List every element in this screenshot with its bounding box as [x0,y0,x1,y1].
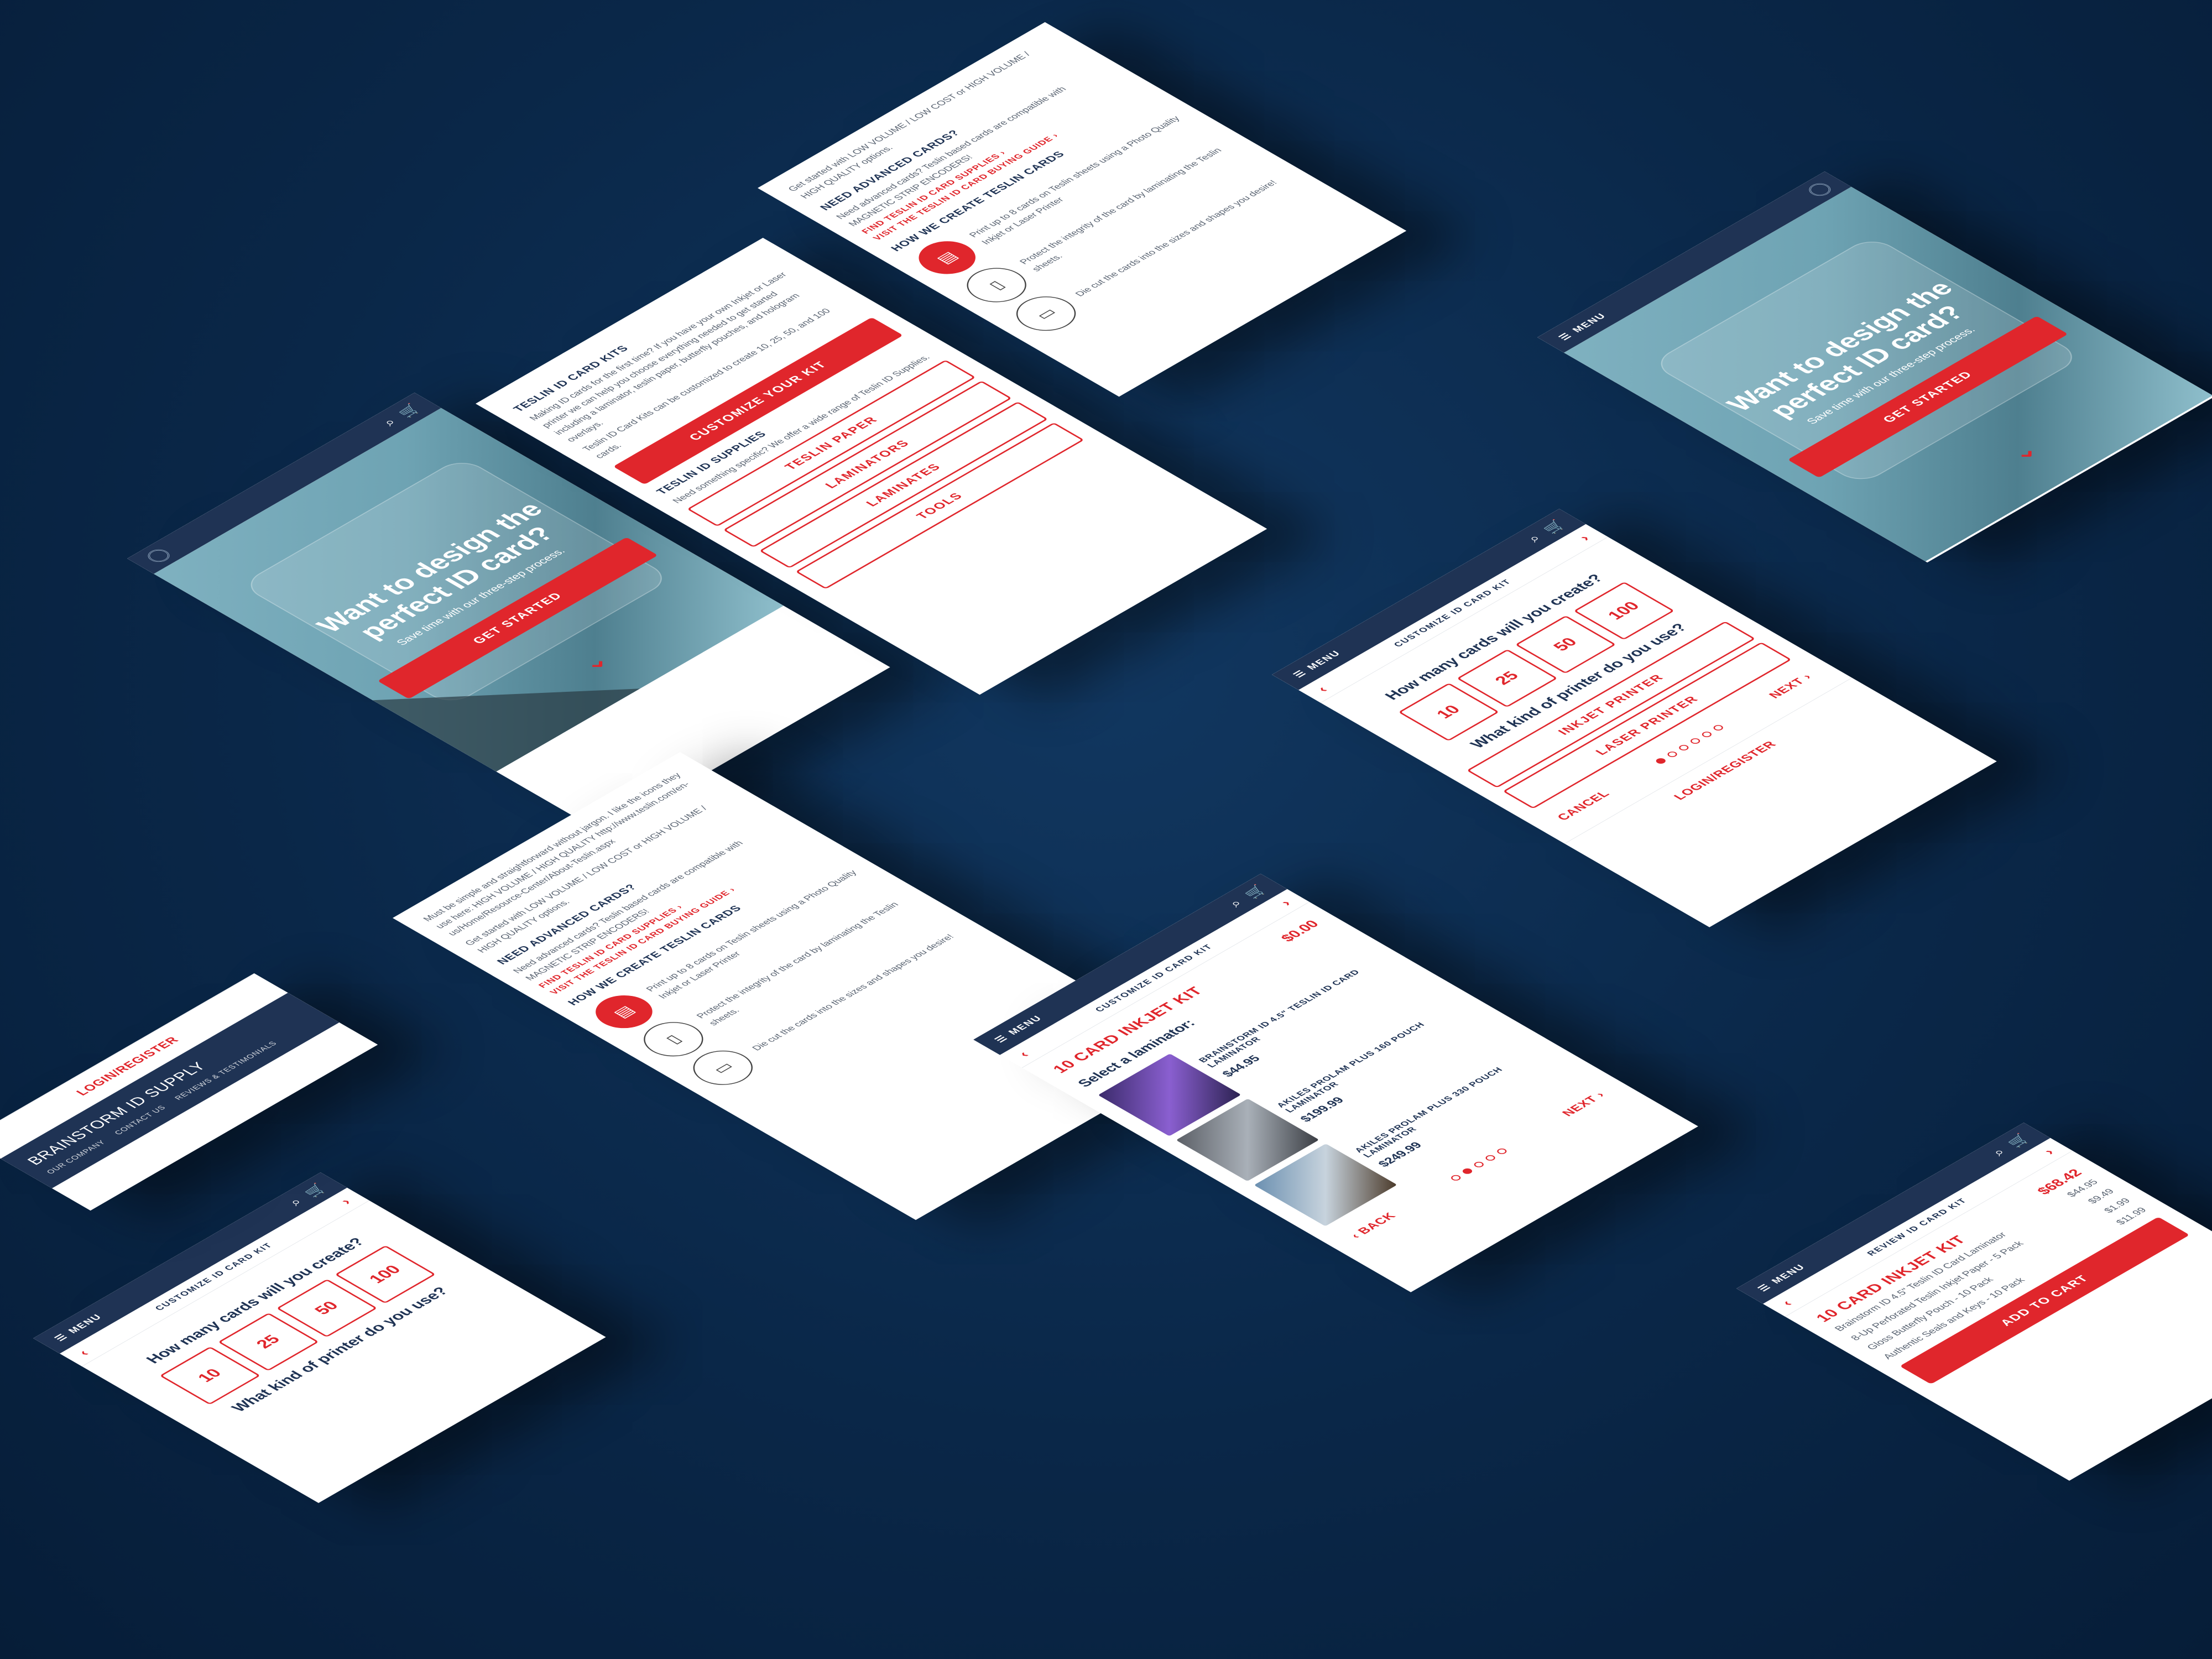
cart-icon[interactable]: 🛒 [394,402,425,420]
progress-dot [1711,724,1725,732]
back-chevron-icon[interactable]: ‹ [1313,684,1332,695]
menu-icon[interactable]: ☰ [992,1034,1011,1044]
cart-icon[interactable]: 🛒 [1240,883,1271,901]
next-button[interactable]: NEXT › [1766,672,1815,701]
menu-icon[interactable]: ☰ [1755,1282,1774,1293]
search-icon[interactable]: ⌕ [379,416,401,429]
search-icon[interactable]: ⌕ [1524,532,1546,545]
progress-dot [1688,737,1702,745]
forward-chevron-icon[interactable]: › [1276,898,1295,909]
progress-dot [1665,750,1679,759]
menu-icon[interactable]: ☰ [1556,331,1575,342]
fingerprint-logo-icon [143,546,174,565]
progress-dot [1495,1147,1509,1155]
menu-icon[interactable]: ☰ [52,1332,71,1343]
progress-dots [1449,1147,1509,1182]
forward-chevron-icon[interactable]: › [1575,533,1594,544]
progress-dot [1677,744,1691,752]
progress-dot [1700,731,1714,739]
cart-icon[interactable]: 🛒 [1539,518,1570,536]
back-chevron-icon[interactable]: ‹ [1014,1048,1033,1060]
progress-dot [1653,757,1668,765]
search-icon[interactable]: ⌕ [1225,897,1247,910]
progress-dot [1472,1160,1486,1168]
search-icon[interactable]: ⌕ [285,1196,307,1208]
menu-icon[interactable]: ☰ [1291,669,1310,679]
fingerprint-logo-icon [1804,180,1835,199]
cart-icon[interactable]: 🛒 [2004,1132,2034,1150]
cancel-button[interactable]: CANCEL [1554,789,1613,823]
forward-chevron-icon[interactable]: › [2039,1146,2058,1157]
back-button[interactable]: ‹ BACK [1347,1211,1399,1240]
search-icon[interactable]: ⌕ [1988,1146,2010,1159]
progress-dot [1449,1173,1463,1182]
cart-icon[interactable]: 🛒 [300,1182,331,1199]
kit-price: $0.00 [1276,917,1322,944]
back-chevron-icon[interactable]: ‹ [74,1347,93,1358]
back-chevron-icon[interactable]: ‹ [1777,1297,1796,1308]
next-button[interactable]: NEXT › [1559,1089,1609,1118]
progress-dot [1460,1167,1474,1175]
forward-chevron-icon[interactable]: › [336,1196,355,1207]
progress-dot [1484,1154,1498,1162]
